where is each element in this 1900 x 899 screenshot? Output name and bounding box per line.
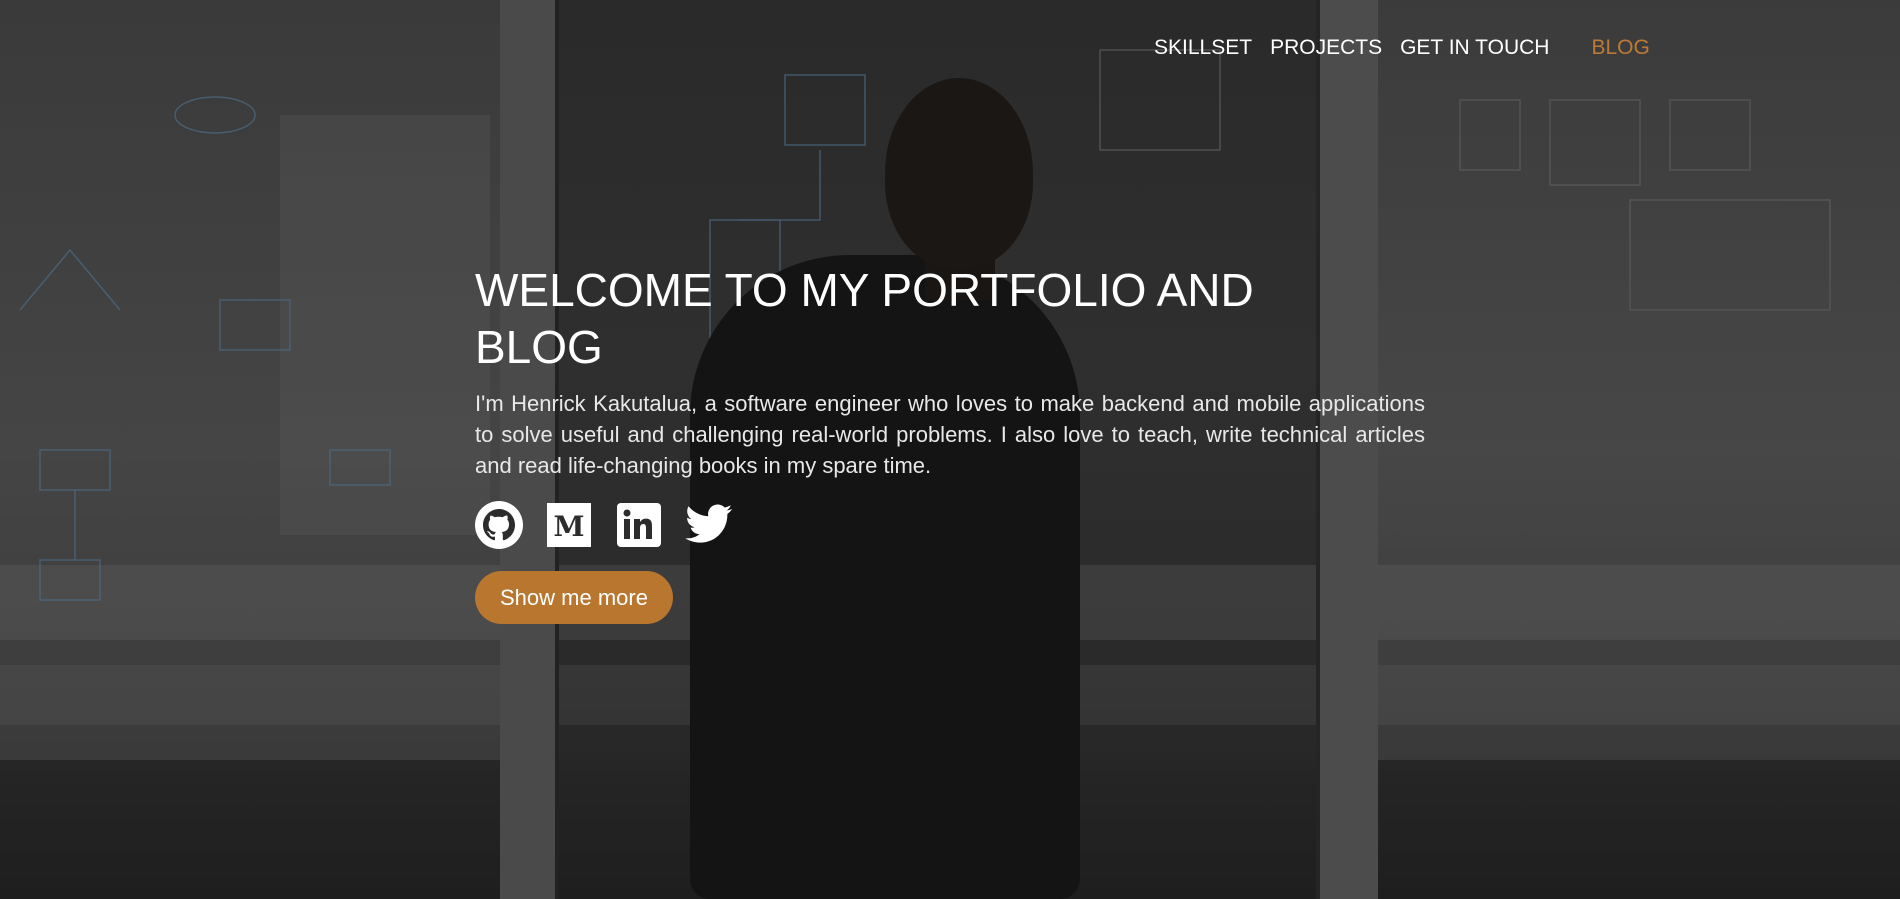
- page-title: WELCOME TO MY PORTFOLIO AND BLOG: [475, 264, 1254, 373]
- hero-content: WELCOME TO MY PORTFOLIO AND BLOG I'm Hen…: [475, 262, 1425, 624]
- twitter-icon[interactable]: [685, 501, 733, 549]
- nav-link-projects[interactable]: PROJECTS: [1270, 36, 1382, 60]
- intro-text: I'm Henrick Kakutalua, a software engine…: [475, 391, 1425, 478]
- linkedin-icon[interactable]: [615, 501, 663, 549]
- social-links: M: [475, 501, 1425, 549]
- main-nav: SKILLSET PROJECTS GET IN TOUCH BLOG: [1154, 36, 1650, 60]
- nav-link-skillset[interactable]: SKILLSET: [1154, 36, 1252, 60]
- nav-link-get-in-touch[interactable]: GET IN TOUCH: [1400, 36, 1549, 60]
- nav-link-blog[interactable]: BLOG: [1591, 36, 1649, 60]
- hero-section: SKILLSET PROJECTS GET IN TOUCH BLOG WELC…: [0, 0, 1900, 899]
- github-icon[interactable]: [475, 501, 523, 549]
- svg-text:M: M: [554, 510, 585, 543]
- show-me-more-button[interactable]: Show me more: [475, 571, 673, 624]
- medium-icon[interactable]: M: [545, 501, 593, 549]
